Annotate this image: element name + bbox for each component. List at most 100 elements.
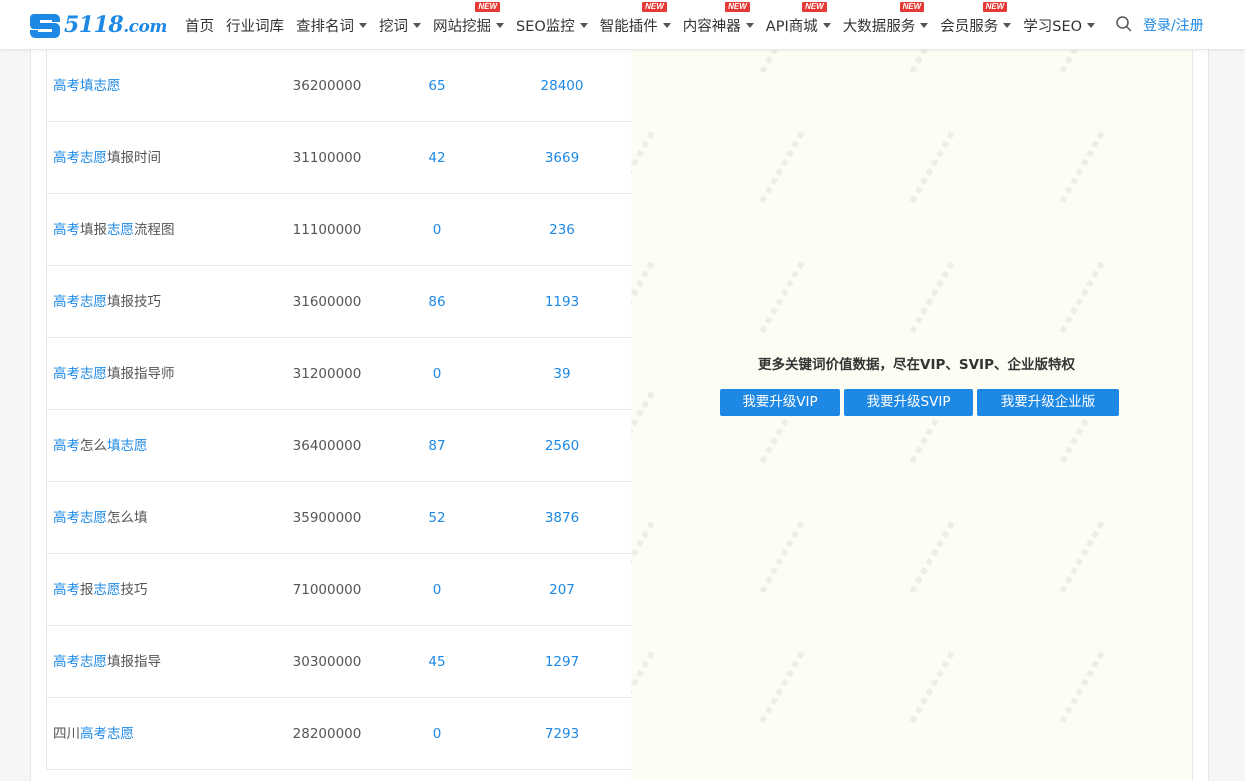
index-cell: 31600000 <box>292 293 362 310</box>
watermark-mark: ■ ■ ■ ■ ■ ■ ■ ■ <box>755 50 808 76</box>
keyword-table: 高考填志愿 36200000 65 28400 高考志愿填报时间 31100000 42 36… <box>46 50 649 770</box>
results-cell[interactable]: 3669 <box>517 150 607 166</box>
new-badge: NEW <box>725 2 750 12</box>
watermark-mark: ■ ■ ■ ■ ■ ■ ■ ■ <box>1055 258 1109 336</box>
keyword-cell[interactable]: 高考志愿填报指导 <box>53 652 178 672</box>
nav-item-6[interactable]: 智能插件 NEW <box>600 0 671 50</box>
keyword-cell[interactable]: 四川高考志愿 <box>53 724 178 744</box>
keyword-highlight: 志愿 <box>93 581 121 598</box>
nav-item-9[interactable]: 大数据服务 NEW <box>843 0 929 50</box>
competition-cell[interactable]: 0 <box>407 582 467 598</box>
index-cell: 36400000 <box>292 437 362 454</box>
table-row: 四川高考志愿 28200000 0 7293 <box>46 698 649 770</box>
competition-cell[interactable]: 0 <box>407 222 467 238</box>
upgrade-enterprise-button[interactable]: 我要升级企业版 <box>977 389 1119 416</box>
competition-cell[interactable]: 0 <box>407 366 467 382</box>
nav-item-label: 会员服务 <box>940 18 999 35</box>
nav-item-5[interactable]: SEO监控 <box>516 0 588 50</box>
table-row: 高考怎么填志愿 36400000 87 2560 <box>46 410 649 482</box>
table-row: 高考志愿怎么填 35900000 52 3876 <box>46 482 649 554</box>
nav-item-4[interactable]: 网站挖掘 NEW <box>433 0 504 50</box>
keyword-cell[interactable]: 高考填报志愿流程图 <box>53 220 178 240</box>
keyword-text: 流程图 <box>134 221 175 238</box>
results-cell[interactable]: 3876 <box>517 510 607 526</box>
results-cell[interactable]: 1297 <box>517 654 607 670</box>
results-cell[interactable]: 1193 <box>517 294 607 310</box>
watermark-mark: ■ ■ ■ ■ ■ ■ ■ ■ <box>905 518 959 596</box>
nav-item-label: 查排名词 <box>296 18 354 35</box>
new-badge: NEW <box>642 2 667 12</box>
main-nav: 首页 行业词库 查排名词 挖词 网站挖掘 NEW SEO监控 智能插件 NEW 内容神器 NEW AP… <box>185 0 1107 50</box>
keyword-cell[interactable]: 高考志愿怎么填 <box>53 508 178 528</box>
nav-item-11[interactable]: 学习SEO <box>1023 0 1096 50</box>
nav-item-7[interactable]: 内容神器 NEW <box>683 0 754 50</box>
watermark-mark: ■ ■ ■ ■ ■ ■ ■ ■ <box>1055 518 1109 596</box>
keyword-highlight: 高考 <box>53 221 80 238</box>
nav-item-10[interactable]: 会员服务 NEW <box>940 0 1012 50</box>
keyword-text: 填报时间 <box>107 149 161 166</box>
results-cell[interactable]: 2560 <box>517 438 607 454</box>
results-cell[interactable]: 39 <box>517 366 607 382</box>
watermark-mark: ■ ■ ■ ■ ■ ■ ■ ■ <box>905 648 959 726</box>
nav-item-3[interactable]: 挖词 <box>379 0 421 50</box>
keyword-highlight: 高考志愿 <box>53 653 107 670</box>
watermark-mark: ■ ■ ■ ■ ■ ■ ■ ■ <box>631 50 658 76</box>
index-cell: 36200000 <box>292 77 362 94</box>
competition-cell[interactable]: 0 <box>407 726 467 742</box>
logo-suffix: .com <box>123 17 167 37</box>
competition-cell[interactable]: 45 <box>407 654 467 670</box>
nav-item-2[interactable]: 查排名词 <box>296 0 367 50</box>
keyword-text: 填报 <box>80 221 107 238</box>
competition-cell[interactable]: 65 <box>407 78 467 94</box>
new-badge: NEW <box>475 2 500 12</box>
caret-down-icon <box>1087 22 1096 28</box>
table-row: 高考填报志愿流程图 11100000 0 236 <box>46 194 649 266</box>
results-cell[interactable]: 207 <box>517 582 607 598</box>
caret-down-icon <box>359 22 367 28</box>
nav-item-label: API商城 <box>765 18 818 35</box>
upgrade-vip-button[interactable]: 我要升级VIP <box>720 389 840 416</box>
logo-mark-icon <box>30 14 60 38</box>
watermark-mark: ■ ■ ■ ■ ■ ■ ■ ■ <box>631 258 659 335</box>
competition-cell[interactable]: 87 <box>407 438 467 454</box>
keyword-text: 四川 <box>53 725 80 742</box>
table-row: 高考志愿填报技巧 31600000 86 1193 <box>46 266 649 338</box>
keyword-cell[interactable]: 高考志愿填报指导师 <box>53 364 178 384</box>
caret-down-icon <box>1003 22 1012 28</box>
nav-item-label: 首页 <box>185 18 214 35</box>
nav-item-label: 行业词库 <box>226 18 284 35</box>
nav-item-1[interactable]: 行业词库 <box>226 0 284 50</box>
keyword-highlight: 高考志愿 <box>53 293 107 310</box>
watermark-mark: ■ ■ ■ ■ ■ ■ ■ ■ <box>1055 648 1109 726</box>
nav-item-label: 挖词 <box>379 18 408 35</box>
caret-down-icon <box>662 22 671 28</box>
watermark-mark: ■ ■ ■ ■ ■ ■ ■ ■ <box>1055 50 1108 76</box>
keyword-highlight: 高考志愿 <box>53 365 107 382</box>
index-cell: 31100000 <box>292 149 362 166</box>
watermark-mark: ■ ■ ■ ■ ■ ■ ■ ■ <box>905 128 959 206</box>
competition-cell[interactable]: 86 <box>407 294 467 310</box>
logo[interactable]: 5118.com <box>28 10 167 40</box>
keyword-text: 填报指导 <box>107 653 161 670</box>
keyword-cell[interactable]: 高考怎么填志愿 <box>53 436 178 456</box>
competition-cell[interactable]: 42 <box>407 150 467 166</box>
search-icon[interactable] <box>1115 15 1133 33</box>
upgrade-svip-button[interactable]: 我要升级SVIP <box>844 389 973 416</box>
keyword-highlight: 填志愿 <box>107 437 148 454</box>
keyword-cell[interactable]: 高考志愿填报技巧 <box>53 292 178 312</box>
nav-item-8[interactable]: API商城 NEW <box>766 0 831 50</box>
vip-button-group: 我要升级VIP 我要升级SVIP 我要升级企业版 <box>720 389 1123 416</box>
keyword-cell[interactable]: 高考报志愿技巧 <box>53 580 178 600</box>
watermark-mark: ■ ■ ■ ■ ■ ■ ■ ■ <box>1055 128 1109 206</box>
index-cell: 35900000 <box>292 509 362 526</box>
keyword-cell[interactable]: 高考志愿填报时间 <box>53 148 178 168</box>
nav-item-label: 网站挖掘 <box>433 18 491 35</box>
content-panel: 高考填志愿 36200000 65 28400 高考志愿填报时间 31100000 42 36… <box>30 50 1209 781</box>
results-cell[interactable]: 236 <box>517 222 607 238</box>
nav-item-0[interactable]: 首页 <box>185 0 214 50</box>
keyword-cell[interactable]: 高考填志愿 <box>53 76 178 96</box>
competition-cell[interactable]: 52 <box>407 510 467 526</box>
results-cell[interactable]: 7293 <box>517 726 607 742</box>
results-cell[interactable]: 28400 <box>517 78 607 94</box>
login-register-link[interactable]: 登录/注册 <box>1143 15 1204 35</box>
